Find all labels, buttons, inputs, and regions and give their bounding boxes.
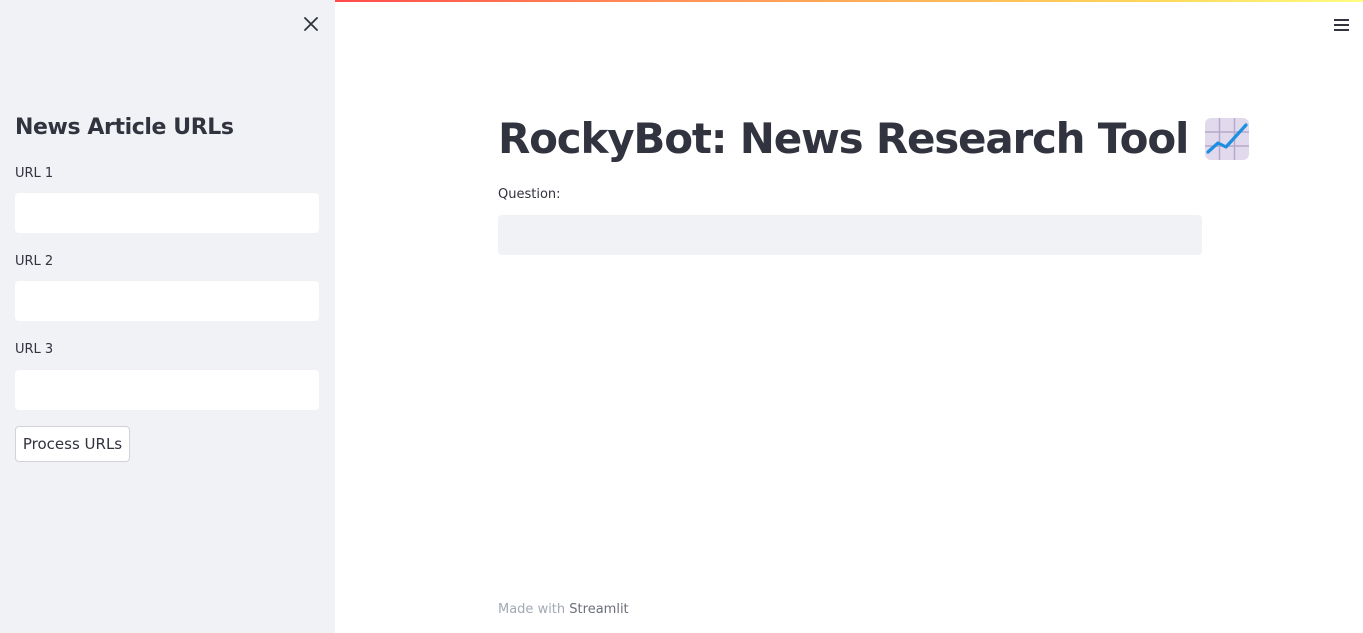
chart-increasing-icon <box>1204 117 1250 161</box>
header-decoration <box>335 0 1363 2</box>
process-urls-button[interactable]: Process URLs <box>15 426 130 462</box>
url-2-label: URL 2 <box>15 254 54 269</box>
footer-prefix: Made with <box>498 602 566 617</box>
url-3-input[interactable] <box>15 370 319 410</box>
streamlit-link[interactable]: Streamlit <box>569 602 628 617</box>
close-icon[interactable] <box>299 12 323 36</box>
url-1-input[interactable] <box>15 193 319 233</box>
url-1-label: URL 1 <box>15 166 54 181</box>
sidebar: News Article URLs URL 1 URL 2 URL 3 Proc… <box>0 0 335 633</box>
sidebar-heading: News Article URLs <box>15 115 234 140</box>
url-2-input[interactable] <box>15 281 319 321</box>
page-title-text: RockyBot: News Research Tool <box>498 114 1189 163</box>
app-root: News Article URLs URL 1 URL 2 URL 3 Proc… <box>0 0 1363 633</box>
footer: Made with Streamlit <box>498 602 629 617</box>
question-input[interactable] <box>498 215 1202 255</box>
url-3-label: URL 3 <box>15 342 54 357</box>
page-title: RockyBot: News Research Tool <box>498 114 1250 163</box>
hamburger-menu-icon[interactable] <box>1330 14 1352 36</box>
question-label: Question: <box>498 187 561 202</box>
